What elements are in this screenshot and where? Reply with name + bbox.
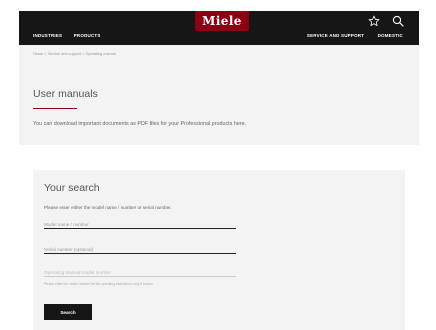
search-panel: Your search Please enter either the mode…: [33, 170, 405, 330]
nav-item-products[interactable]: PRODUCTS: [74, 33, 101, 38]
manual-number-hint: Please enter the model number for the op…: [44, 282, 154, 286]
page-header: Home > Service and support > Operating m…: [19, 45, 419, 145]
nav-item-industries[interactable]: INDUSTRIES: [33, 33, 62, 38]
breadcrumb[interactable]: Home > Service and support > Operating m…: [33, 52, 116, 56]
title-underline: [33, 108, 77, 109]
search-icon[interactable]: [392, 15, 404, 27]
page: Miele INDUSTRIES PRODUCTS SERVICE AND SU…: [19, 11, 419, 330]
serial-number-input[interactable]: [44, 245, 236, 254]
secondary-nav: SERVICE AND SUPPORT DOMESTIC: [295, 33, 403, 38]
search-button[interactable]: Search: [44, 304, 92, 320]
top-navigation-bar: Miele INDUSTRIES PRODUCTS SERVICE AND SU…: [19, 11, 419, 45]
manual-number-input: [44, 268, 236, 277]
miele-logo[interactable]: Miele: [195, 11, 249, 31]
star-icon[interactable]: [368, 15, 380, 27]
intro-text: You can download important documents as …: [33, 121, 247, 127]
page-title: User manuals: [33, 88, 98, 100]
primary-nav: INDUSTRIES PRODUCTS: [33, 33, 111, 38]
model-number-input[interactable]: [44, 220, 236, 229]
nav-item-service-and-support[interactable]: SERVICE AND SUPPORT: [307, 33, 364, 38]
search-title: Your search: [44, 182, 100, 194]
search-instruction: Please enter either the model name / num…: [44, 205, 172, 210]
nav-item-domestic[interactable]: DOMESTIC: [378, 33, 403, 38]
